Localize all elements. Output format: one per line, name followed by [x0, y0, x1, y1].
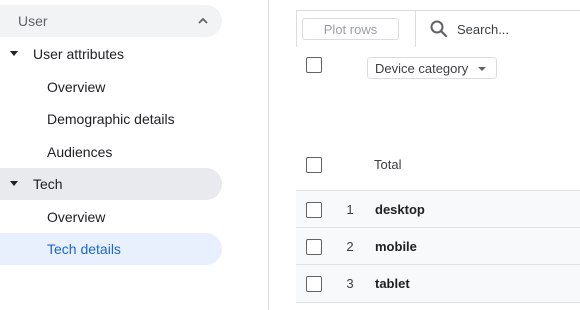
nav-group-tech[interactable]: Tech [0, 168, 222, 200]
toolbar-divider [415, 11, 416, 47]
nav-item-label: Demographic details [47, 111, 175, 127]
section-header-user[interactable]: User [0, 5, 222, 37]
row-value: tablet [375, 276, 410, 291]
report-sidebar: User User attributes Overview Demographi… [0, 0, 269, 310]
total-label: Total [374, 157, 402, 172]
nav-group-label: Tech [33, 176, 63, 192]
nav-item-label: Audiences [47, 144, 113, 160]
section-title: User [18, 13, 48, 29]
nav-group-user-attributes[interactable]: User attributes [0, 38, 222, 70]
row-value: desktop [375, 202, 425, 217]
nav-item-demographic-details[interactable]: Demographic details [0, 103, 222, 135]
nav-item-tech-details[interactable]: Tech details [0, 233, 222, 265]
plot-rows-button[interactable]: Plot rows [302, 18, 399, 40]
report-main: Plot rows Device category Total 1 deskto… [269, 0, 580, 310]
caret-down-icon [10, 51, 18, 56]
dropdown-arrow-icon [478, 67, 487, 71]
table-row: 3 tablet [296, 264, 580, 303]
dimension-dropdown[interactable]: Device category [367, 57, 498, 79]
nav-item-audiences[interactable]: Audiences [0, 136, 222, 168]
nav-item-tech-overview[interactable]: Overview [0, 201, 222, 233]
search-input[interactable] [457, 18, 580, 40]
table-row: 1 desktop [296, 190, 580, 228]
row-index: 1 [346, 202, 354, 217]
header-checkbox[interactable] [306, 57, 322, 73]
nav-item-label-active: Tech details [47, 241, 121, 257]
row-checkbox[interactable] [306, 202, 322, 218]
caret-down-icon [10, 181, 18, 186]
nav-item-label: Overview [47, 79, 106, 95]
nav-item-overview[interactable]: Overview [0, 71, 222, 103]
chevron-up-icon[interactable] [196, 14, 210, 28]
table-toolbar: Plot rows [296, 10, 580, 47]
dimension-label: Device category [375, 60, 469, 76]
total-checkbox[interactable] [306, 157, 322, 173]
nav-group-label: User attributes [33, 46, 125, 62]
row-checkbox[interactable] [306, 276, 322, 292]
row-checkbox[interactable] [306, 239, 322, 255]
row-value: mobile [375, 239, 417, 254]
row-index: 2 [346, 239, 354, 254]
row-index: 3 [346, 276, 354, 291]
search-icon [430, 20, 448, 38]
table-row: 2 mobile [296, 227, 580, 265]
nav-item-label: Overview [47, 209, 106, 225]
